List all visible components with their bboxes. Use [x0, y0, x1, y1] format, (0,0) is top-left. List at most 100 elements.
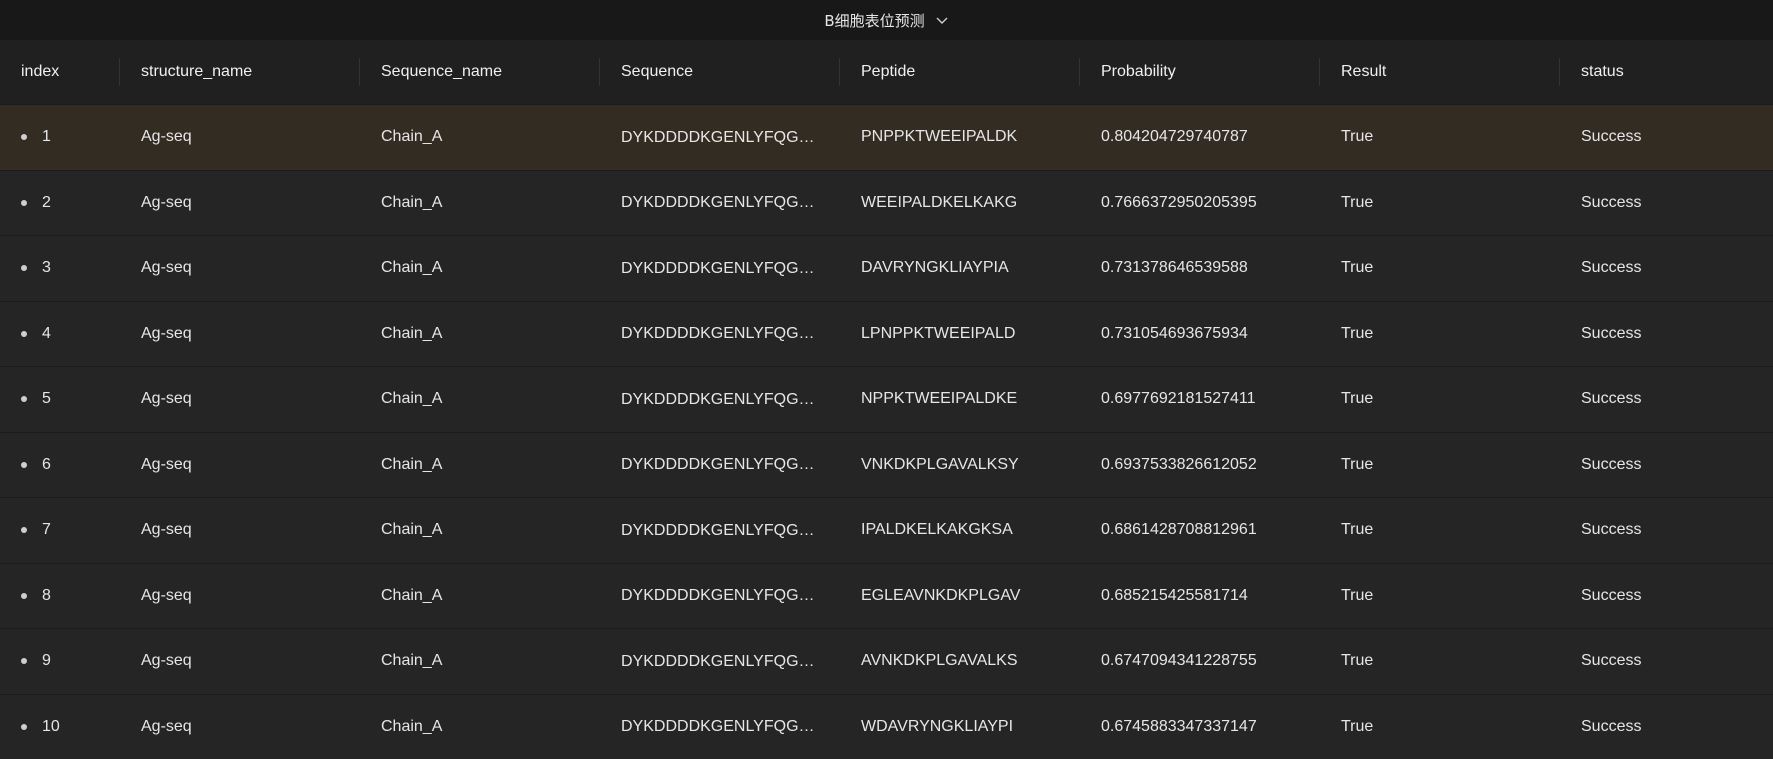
cell-probability: 0.685215425581714: [1101, 586, 1248, 604]
cell-peptide: WEEIPALDKELKAKG: [861, 193, 1018, 211]
bullet-icon: [21, 723, 27, 730]
bullet-icon: [21, 134, 27, 141]
cell-sequence: DYKDDDDKGENLYFQGS...: [621, 325, 823, 342]
cell-sequence: DYKDDDDKGENLYFQGS...: [621, 128, 823, 146]
cell-probability: 0.731054693675934: [1101, 324, 1248, 342]
cell-structure-name: Ag-seq: [141, 717, 192, 735]
cell-probability: 0.6937533826612052: [1101, 455, 1257, 473]
cell-sequence-name: Chain_A: [381, 586, 443, 604]
table-row[interactable]: 7 Ag-seq Chain_A DYKDDDDKGENLYFQGS... IP…: [0, 498, 1773, 564]
cell-sequence-name: Chain_A: [381, 259, 443, 277]
table-row[interactable]: 10 Ag-seq Chain_A DYKDDDDKGENLYFQGS... W…: [0, 694, 1773, 759]
cell-result: True: [1341, 390, 1374, 408]
cell-status: Success: [1581, 259, 1642, 277]
cell-sequence: DYKDDDDKGENLYFQGS...: [621, 194, 823, 211]
table-row[interactable]: 6 Ag-seq Chain_A DYKDDDDKGENLYFQGS... VN…: [0, 432, 1773, 498]
table-row[interactable]: 8 Ag-seq Chain_A DYKDDDDKGENLYFQGS... EG…: [0, 563, 1773, 629]
cell-sequence: DYKDDDDKGENLYFQGS...: [621, 390, 823, 408]
cell-peptide: AVNKDKPLGAVALKS: [861, 652, 1018, 670]
cell-status: Success: [1581, 193, 1642, 211]
top-bar: B细胞表位预测: [0, 0, 1773, 40]
column-header-status[interactable]: status: [1560, 40, 1773, 104]
cell-sequence-name: Chain_A: [381, 193, 443, 211]
table-row[interactable]: 5 Ag-seq Chain_A DYKDDDDKGENLYFQGS... NP…: [0, 367, 1773, 433]
cell-result: True: [1341, 455, 1374, 473]
cell-peptide: VNKDKPLGAVALKSY: [861, 455, 1019, 473]
bullet-icon: [21, 199, 27, 206]
column-header-sequence[interactable]: Sequence: [600, 40, 840, 104]
cell-result: True: [1341, 259, 1374, 277]
cell-probability: 0.804204729740787: [1101, 128, 1248, 146]
cell-peptide: WDAVRYNGKLIAYPI: [861, 717, 1014, 735]
table-row[interactable]: 3 Ag-seq Chain_A DYKDDDDKGENLYFQGS... DA…: [0, 236, 1773, 302]
cell-status: Success: [1581, 717, 1642, 735]
cell-peptide: NPPKTWEEIPALDKE: [861, 390, 1018, 408]
cell-structure-name: Ag-seq: [141, 128, 192, 146]
cell-structure-name: Ag-seq: [141, 521, 192, 539]
column-header-sequence-name[interactable]: Sequence_name: [360, 40, 600, 104]
cell-sequence-name: Chain_A: [381, 324, 443, 342]
cell-sequence-name: Chain_A: [381, 128, 443, 146]
title-dropdown[interactable]: B细胞表位预测: [824, 10, 948, 31]
cell-index: 8: [0, 587, 120, 605]
cell-peptide: IPALDKELKAKGKSA: [861, 521, 1013, 539]
bullet-icon: [21, 330, 27, 337]
column-header-structure-name[interactable]: structure_name: [120, 40, 360, 104]
cell-result: True: [1341, 324, 1374, 342]
table-header: index structure_name Sequence_name Seque…: [0, 40, 1773, 105]
table-row[interactable]: 1 Ag-seq Chain_A DYKDDDDKGENLYFQGS... PN…: [0, 105, 1773, 171]
cell-sequence-name: Chain_A: [381, 455, 443, 473]
cell-structure-name: Ag-seq: [141, 455, 192, 473]
cell-index: 4: [0, 325, 120, 343]
bullet-icon: [21, 265, 27, 272]
cell-peptide: EGLEAVNKDKPLGAV: [861, 586, 1021, 604]
cell-peptide: DAVRYNGKLIAYPIA: [861, 259, 1009, 277]
column-header-probability[interactable]: Probability: [1080, 40, 1320, 104]
cell-structure-name: Ag-seq: [141, 652, 192, 670]
cell-index: 6: [0, 456, 120, 474]
bullet-icon: [21, 396, 27, 403]
column-header-index[interactable]: index: [0, 40, 120, 104]
cell-probability: 0.7666372950205395: [1101, 193, 1257, 211]
bullet-icon: [21, 592, 27, 599]
table-row[interactable]: 4 Ag-seq Chain_A DYKDDDDKGENLYFQGS... LP…: [0, 301, 1773, 367]
cell-sequence: DYKDDDDKGENLYFQGS...: [621, 652, 823, 670]
cell-result: True: [1341, 128, 1374, 146]
cell-sequence-name: Chain_A: [381, 717, 443, 735]
cell-sequence: DYKDDDDKGENLYFQGS...: [621, 259, 823, 277]
bullet-icon: [21, 658, 27, 665]
cell-result: True: [1341, 717, 1374, 735]
column-header-result[interactable]: Result: [1320, 40, 1560, 104]
cell-structure-name: Ag-seq: [141, 390, 192, 408]
cell-peptide: LPNPPKTWEEIPALD: [861, 324, 1016, 342]
cell-structure-name: Ag-seq: [141, 324, 192, 342]
cell-sequence-name: Chain_A: [381, 521, 443, 539]
cell-probability: 0.6861428708812961: [1101, 521, 1257, 539]
cell-status: Success: [1581, 455, 1642, 473]
cell-status: Success: [1581, 652, 1642, 670]
cell-sequence: DYKDDDDKGENLYFQGS...: [621, 456, 823, 473]
column-header-peptide[interactable]: Peptide: [840, 40, 1080, 104]
cell-sequence-name: Chain_A: [381, 390, 443, 408]
cell-probability: 0.6747094341228755: [1101, 652, 1257, 670]
page-title: B细胞表位预测: [824, 11, 925, 30]
bullet-icon: [21, 527, 27, 534]
cell-result: True: [1341, 586, 1374, 604]
cell-structure-name: Ag-seq: [141, 586, 192, 604]
cell-status: Success: [1581, 586, 1642, 604]
cell-structure-name: Ag-seq: [141, 259, 192, 277]
bullet-icon: [21, 461, 27, 468]
table-row[interactable]: 2 Ag-seq Chain_A DYKDDDDKGENLYFQGS... WE…: [0, 170, 1773, 236]
table-row[interactable]: 9 Ag-seq Chain_A DYKDDDDKGENLYFQGS... AV…: [0, 629, 1773, 695]
cell-sequence: DYKDDDDKGENLYFQGS...: [621, 718, 823, 735]
cell-result: True: [1341, 652, 1374, 670]
cell-status: Success: [1581, 324, 1642, 342]
cell-index: 7: [0, 521, 120, 539]
chevron-down-icon: [935, 13, 949, 27]
cell-status: Success: [1581, 128, 1642, 146]
cell-index: 9: [0, 652, 120, 670]
cell-status: Success: [1581, 521, 1642, 539]
cell-result: True: [1341, 193, 1374, 211]
cell-probability: 0.6745883347337147: [1101, 717, 1257, 735]
cell-result: True: [1341, 521, 1374, 539]
